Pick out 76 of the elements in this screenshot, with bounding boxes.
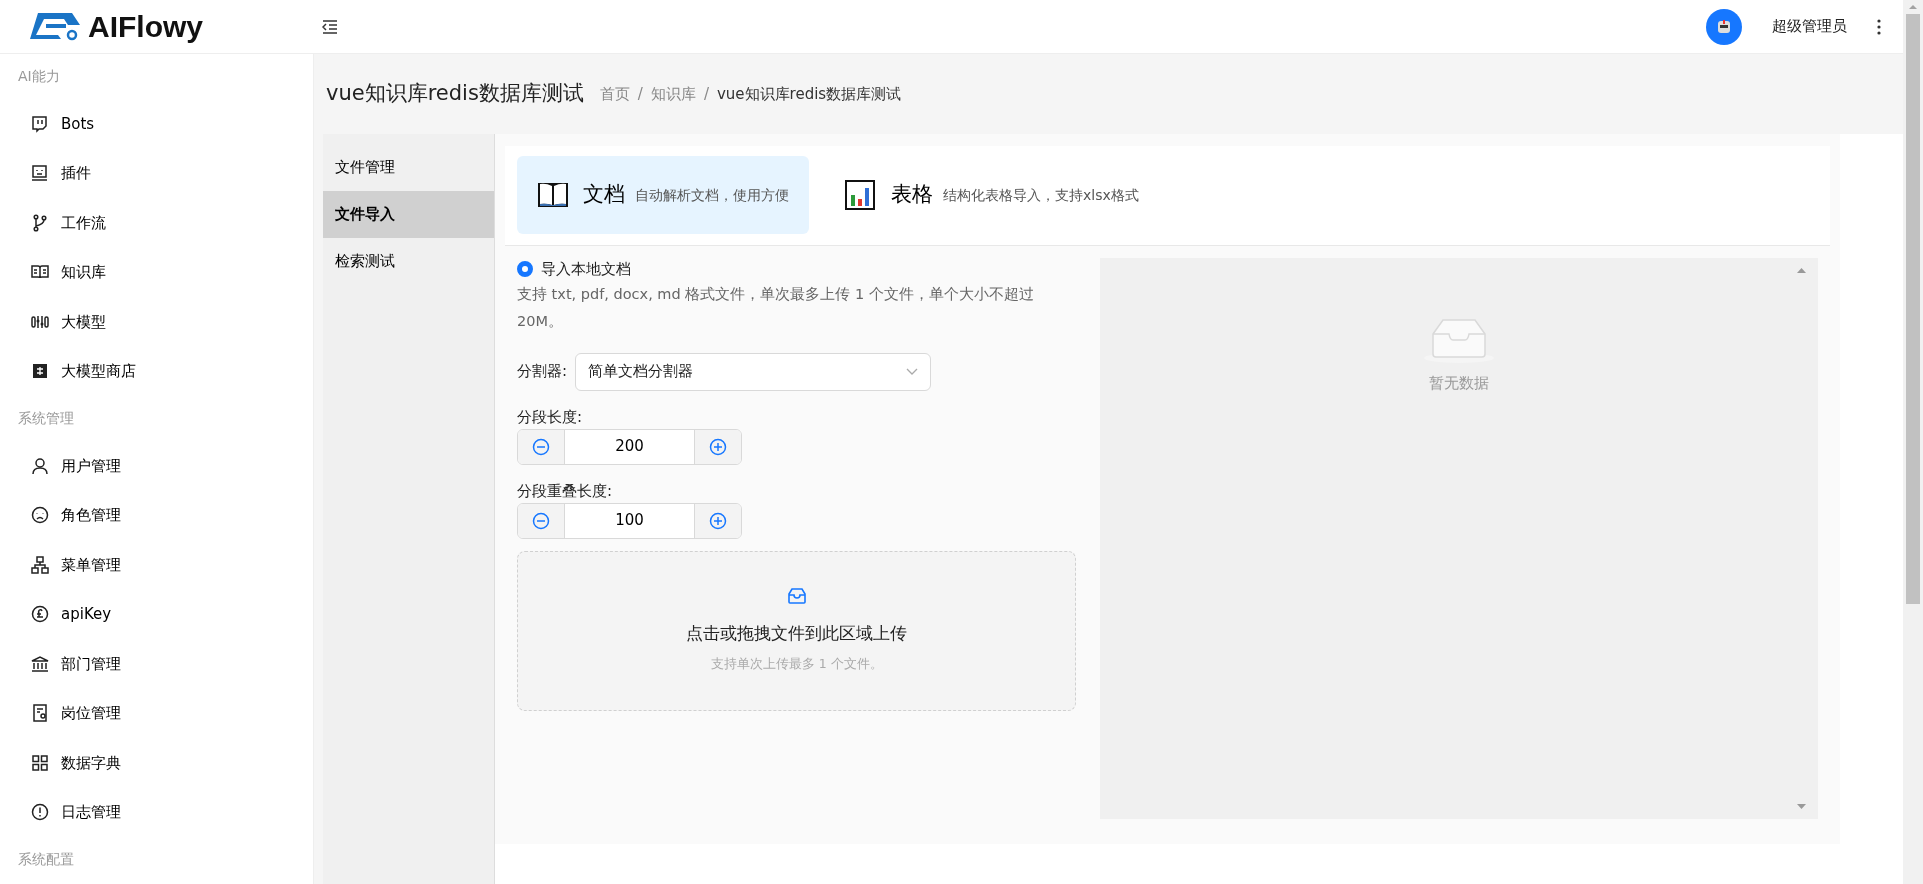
increment-button[interactable] [695, 429, 741, 464]
face-box-icon [31, 164, 49, 183]
number-stepper[interactable]: 100 [517, 502, 742, 539]
sidebar-item[interactable]: 插件 [0, 148, 313, 198]
sidebar-item[interactable]: 日志管理 [0, 787, 313, 837]
inbox-icon [786, 587, 807, 606]
logo-icon [28, 12, 80, 41]
bank-icon [31, 654, 49, 673]
section-heading: 系统管理 [17, 409, 75, 428]
submenu-item[interactable]: 文件导入 [323, 191, 494, 238]
upload-title: 点击或拖拽文件到此区域上传 [686, 622, 908, 646]
sidebar-item[interactable]: 角色管理 [0, 490, 313, 540]
book-icon [537, 180, 569, 210]
sidebar-item[interactable]: 数据字典 [0, 738, 313, 788]
hint-text: 支持 txt, pdf, docx, md 格式文件，单次最多上传 1 个文件，单个大小不超过 20M。 [517, 284, 1035, 331]
tab-description: 自动解析文档，使用方便 [635, 185, 789, 205]
breadcrumb-current: vue知识库redis数据库测试 [717, 83, 902, 105]
decrement-button[interactable] [518, 429, 564, 464]
submenu-item[interactable]: 文件管理 [323, 144, 494, 191]
breadcrumb-separator: / [637, 83, 643, 105]
logo-text: AIFlowy [88, 9, 203, 45]
sidebar-item[interactable]: 大模型 [0, 297, 313, 347]
minus-circle-icon [532, 437, 550, 456]
submenu-item[interactable]: 检索测试 [323, 238, 494, 285]
increment-button[interactable] [695, 503, 741, 538]
number-stepper[interactable]: 200 [517, 428, 742, 465]
empty-text: 暂无数据 [1429, 373, 1490, 394]
more-icon[interactable] [1877, 18, 1881, 35]
chevron-down-icon [906, 367, 919, 376]
sidebar-item[interactable]: apiKey [0, 589, 313, 639]
sidebar-item[interactable]: 菜单管理 [0, 540, 313, 590]
sidebar-item[interactable]: 知识库 [0, 247, 313, 297]
scrollbar[interactable] [1903, 0, 1923, 884]
chat-icon [31, 114, 49, 133]
tile-icon [31, 362, 49, 381]
decrement-button[interactable] [518, 503, 564, 538]
sidebar-item[interactable]: 岗位管理 [0, 688, 313, 738]
sidebar-item[interactable]: 大模型商店 [0, 346, 313, 396]
document-icon [31, 704, 49, 723]
section-heading: 系统配置 [17, 850, 75, 869]
grid-icon [31, 753, 49, 772]
alert-icon [31, 803, 49, 822]
upload-dropzone[interactable]: 点击或拖拽文件到此区域上传 支持单次上传最多 1 个文件。 [517, 550, 1077, 711]
plus-circle-icon [709, 511, 727, 530]
user-name[interactable]: 超级管理员 [1772, 15, 1847, 38]
menu-collapse-icon[interactable] [322, 19, 338, 34]
field-label: 分段重叠长度: [517, 480, 614, 501]
plus-circle-icon [709, 437, 727, 456]
avatar-icon[interactable] [1706, 8, 1742, 45]
tab-description: 结构化表格导入，支持xlsx格式 [943, 185, 1139, 205]
minus-circle-icon [532, 511, 550, 530]
select-field[interactable]: 简单文档分割器 [575, 352, 932, 391]
select-value: 简单文档分割器 [588, 361, 694, 383]
page-title: vue知识库redis数据库测试 [326, 80, 584, 108]
hierarchy-icon [31, 555, 49, 574]
frown-icon [31, 506, 49, 525]
field-label: 分段长度: [517, 406, 584, 427]
pound-coin-icon [31, 605, 49, 624]
scroll-up-icon[interactable] [1797, 268, 1806, 273]
bar-chart-icon [845, 180, 877, 210]
field-label: 分割器: [517, 361, 568, 383]
branch-icon [31, 213, 49, 232]
radio-label[interactable]: 导入本地文档 [541, 258, 631, 281]
person-icon [31, 456, 49, 475]
tab-title: 表格 [891, 181, 933, 209]
scroll-down-icon[interactable] [1797, 804, 1806, 809]
import-type-tab[interactable]: 文档 自动解析文档，使用方便 [517, 156, 809, 234]
sidebar-item[interactable]: 工作流 [0, 198, 313, 248]
sidebar-item[interactable]: 用户管理 [0, 441, 313, 491]
section-heading: AI能力 [17, 67, 61, 86]
upload-hint: 支持单次上传最多 1 个文件。 [710, 654, 883, 673]
radio-button[interactable] [517, 261, 533, 278]
sidebar-item[interactable]: Bots [0, 99, 313, 149]
tab-title: 文档 [583, 181, 625, 209]
sidebar-item[interactable]: 部门管理 [0, 639, 313, 689]
breadcrumb-separator: / [703, 83, 709, 105]
